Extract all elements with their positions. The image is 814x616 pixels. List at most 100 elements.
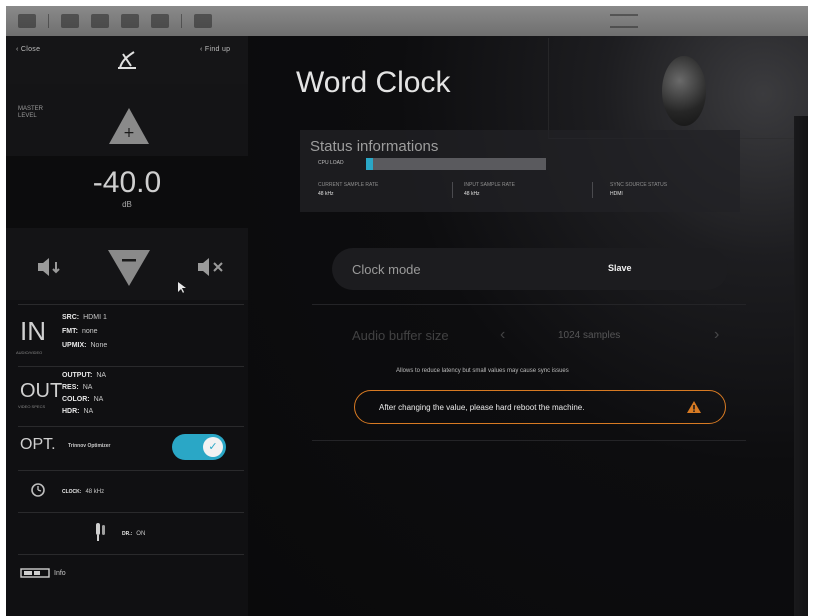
hdr-key: HDR: — [62, 408, 80, 415]
mouse-cursor-icon — [178, 282, 186, 293]
audio-buffer-label: Audio buffer size — [352, 328, 449, 343]
close-label: Close — [20, 46, 41, 53]
sync-source-status: SYNC SOURCE STATUS HDMI — [610, 182, 667, 197]
res-value: NA — [82, 384, 93, 391]
sidebar-nav: ‹ Close ‹ Find up — [6, 36, 248, 84]
divider — [18, 470, 244, 471]
logo-icon — [118, 51, 136, 69]
src-key: SRC: — [62, 314, 80, 321]
home-icon[interactable] — [194, 14, 212, 28]
dr-value: ON — [136, 531, 146, 537]
volume-dim-icon[interactable] — [36, 256, 62, 278]
input-sample-rate: INPUT SAMPLE RATE 48 kHz — [464, 182, 515, 197]
divider — [312, 440, 746, 441]
folder-icon[interactable] — [151, 14, 169, 28]
clock-key: CLOCK: — [62, 489, 82, 495]
sync-source-status-value: HDMI — [610, 191, 623, 197]
page-title: Word Clock — [296, 66, 451, 99]
divider — [312, 304, 746, 305]
input-sample-rate-value: 48 kHz — [464, 191, 480, 197]
grid-icon[interactable] — [121, 14, 139, 28]
dr-info: DR.: ON — [122, 530, 145, 537]
close-button[interactable]: ‹ Close — [16, 46, 40, 53]
output-sub-label: VIDEO SPECS — [18, 404, 46, 409]
reboot-warning: After changing the value, please hard re… — [354, 390, 726, 424]
input-sample-rate-label: INPUT SAMPLE RATE — [464, 182, 515, 188]
audio-buffer-size[interactable]: Audio buffer size ‹ 1024 samples › — [332, 320, 728, 350]
input-src: SRC: HDMI 1 — [62, 314, 107, 321]
optimizer-big-label: OPT. — [20, 436, 56, 453]
input-info: IN AUDIO/VIDEO SRC: HDMI 1 FMT: none UPMIX… — [6, 306, 248, 364]
master-level-label: MASTER LEVEL — [18, 106, 44, 119]
output-res: RES: NA — [62, 384, 92, 391]
toolbar-divider — [48, 14, 49, 28]
clock-mode-label: Clock mode — [352, 262, 421, 277]
optimizer-row: OPT. Trinnov Optimizer ✓ — [6, 428, 248, 466]
clock-value: 48 kHz — [85, 489, 105, 495]
color-key: COLOR: — [62, 396, 90, 403]
divider — [18, 512, 244, 513]
res-key: RES: — [62, 384, 79, 391]
volume-down-button[interactable] — [106, 248, 152, 288]
optimizer-toggle[interactable]: ✓ — [172, 434, 226, 460]
microphone-icon — [96, 523, 105, 541]
divider — [18, 554, 244, 555]
buffer-next-button[interactable]: › — [714, 326, 719, 344]
optimizer-label: Trinnov Optimizer — [68, 443, 111, 449]
output-info: OUT VIDEO SPECS OUTPUT: NA RES: NA COLOR: N… — [6, 368, 248, 426]
stat-divider — [452, 182, 453, 198]
input-fmt: FMT: none — [62, 328, 98, 335]
input-sub-label: AUDIO/VIDEO — [16, 350, 43, 355]
dr-row: DR.: ON — [6, 514, 248, 552]
menu-icon[interactable] — [18, 14, 36, 28]
status-title: Status informations — [310, 138, 439, 155]
audio-buffer-value: 1024 samples — [558, 330, 621, 341]
toolbar-divider — [181, 14, 182, 28]
upmix-key: UPMIX: — [62, 342, 87, 349]
divider — [18, 304, 244, 305]
dr-key: DR.: — [122, 531, 133, 537]
volume-display: -40.0 dB — [6, 156, 248, 228]
color-value: NA — [93, 396, 104, 403]
stat-divider — [592, 182, 593, 198]
latency-hint: Allows to reduce latency but small value… — [396, 368, 569, 374]
svg-text:+: + — [123, 125, 135, 141]
clock-info: CLOCK: 48 kHz — [62, 488, 104, 495]
edit-icon[interactable] — [91, 14, 109, 28]
master-volume: MASTER LEVEL + -40.0 dB — [6, 84, 248, 300]
output-big-label: OUT — [20, 380, 63, 402]
hamburger-icon[interactable] — [610, 14, 638, 28]
cpu-load-bar — [366, 158, 546, 170]
divider — [18, 366, 244, 367]
warning-text: After changing the value, please hard re… — [379, 403, 585, 412]
upmix-value: None — [90, 342, 108, 349]
fmt-value: none — [81, 328, 98, 335]
warning-icon — [687, 401, 701, 413]
cpu-load-label: CPU LOAD — [318, 160, 344, 166]
mute-icon[interactable] — [196, 256, 224, 278]
sync-source-status-label: SYNC SOURCE STATUS — [610, 182, 668, 188]
device-knob-image — [662, 56, 706, 126]
clock-icon — [31, 483, 45, 497]
buffer-prev-button[interactable]: ‹ — [500, 326, 505, 344]
system-toolbar — [6, 6, 808, 36]
background-edge — [794, 116, 808, 616]
output-hdr: HDR: NA — [62, 408, 93, 415]
output-output: OUTPUT: NA — [62, 372, 106, 379]
divider — [18, 426, 244, 427]
fmt-key: FMT: — [62, 328, 78, 335]
find-up-button[interactable]: ‹ Find up — [200, 46, 230, 53]
cpu-load-fill — [366, 158, 374, 170]
output-value: NA — [96, 372, 107, 379]
volume-up-button[interactable]: + — [107, 106, 151, 146]
info-label: Info — [54, 570, 66, 577]
input-upmix: UPMIX: None — [62, 342, 107, 349]
clock-row: CLOCK: 48 kHz — [6, 472, 248, 510]
clock-mode-selector[interactable]: Clock mode Slave — [332, 248, 728, 290]
settings-icon[interactable] — [61, 14, 79, 28]
current-sample-rate: CURRENT SAMPLE RATE 48 kHz — [318, 182, 378, 197]
find-up-label: Find up — [204, 46, 231, 53]
check-icon: ✓ — [203, 437, 223, 457]
clock-mode-value: Slave — [608, 263, 632, 273]
info-row[interactable]: Info — [6, 556, 248, 590]
